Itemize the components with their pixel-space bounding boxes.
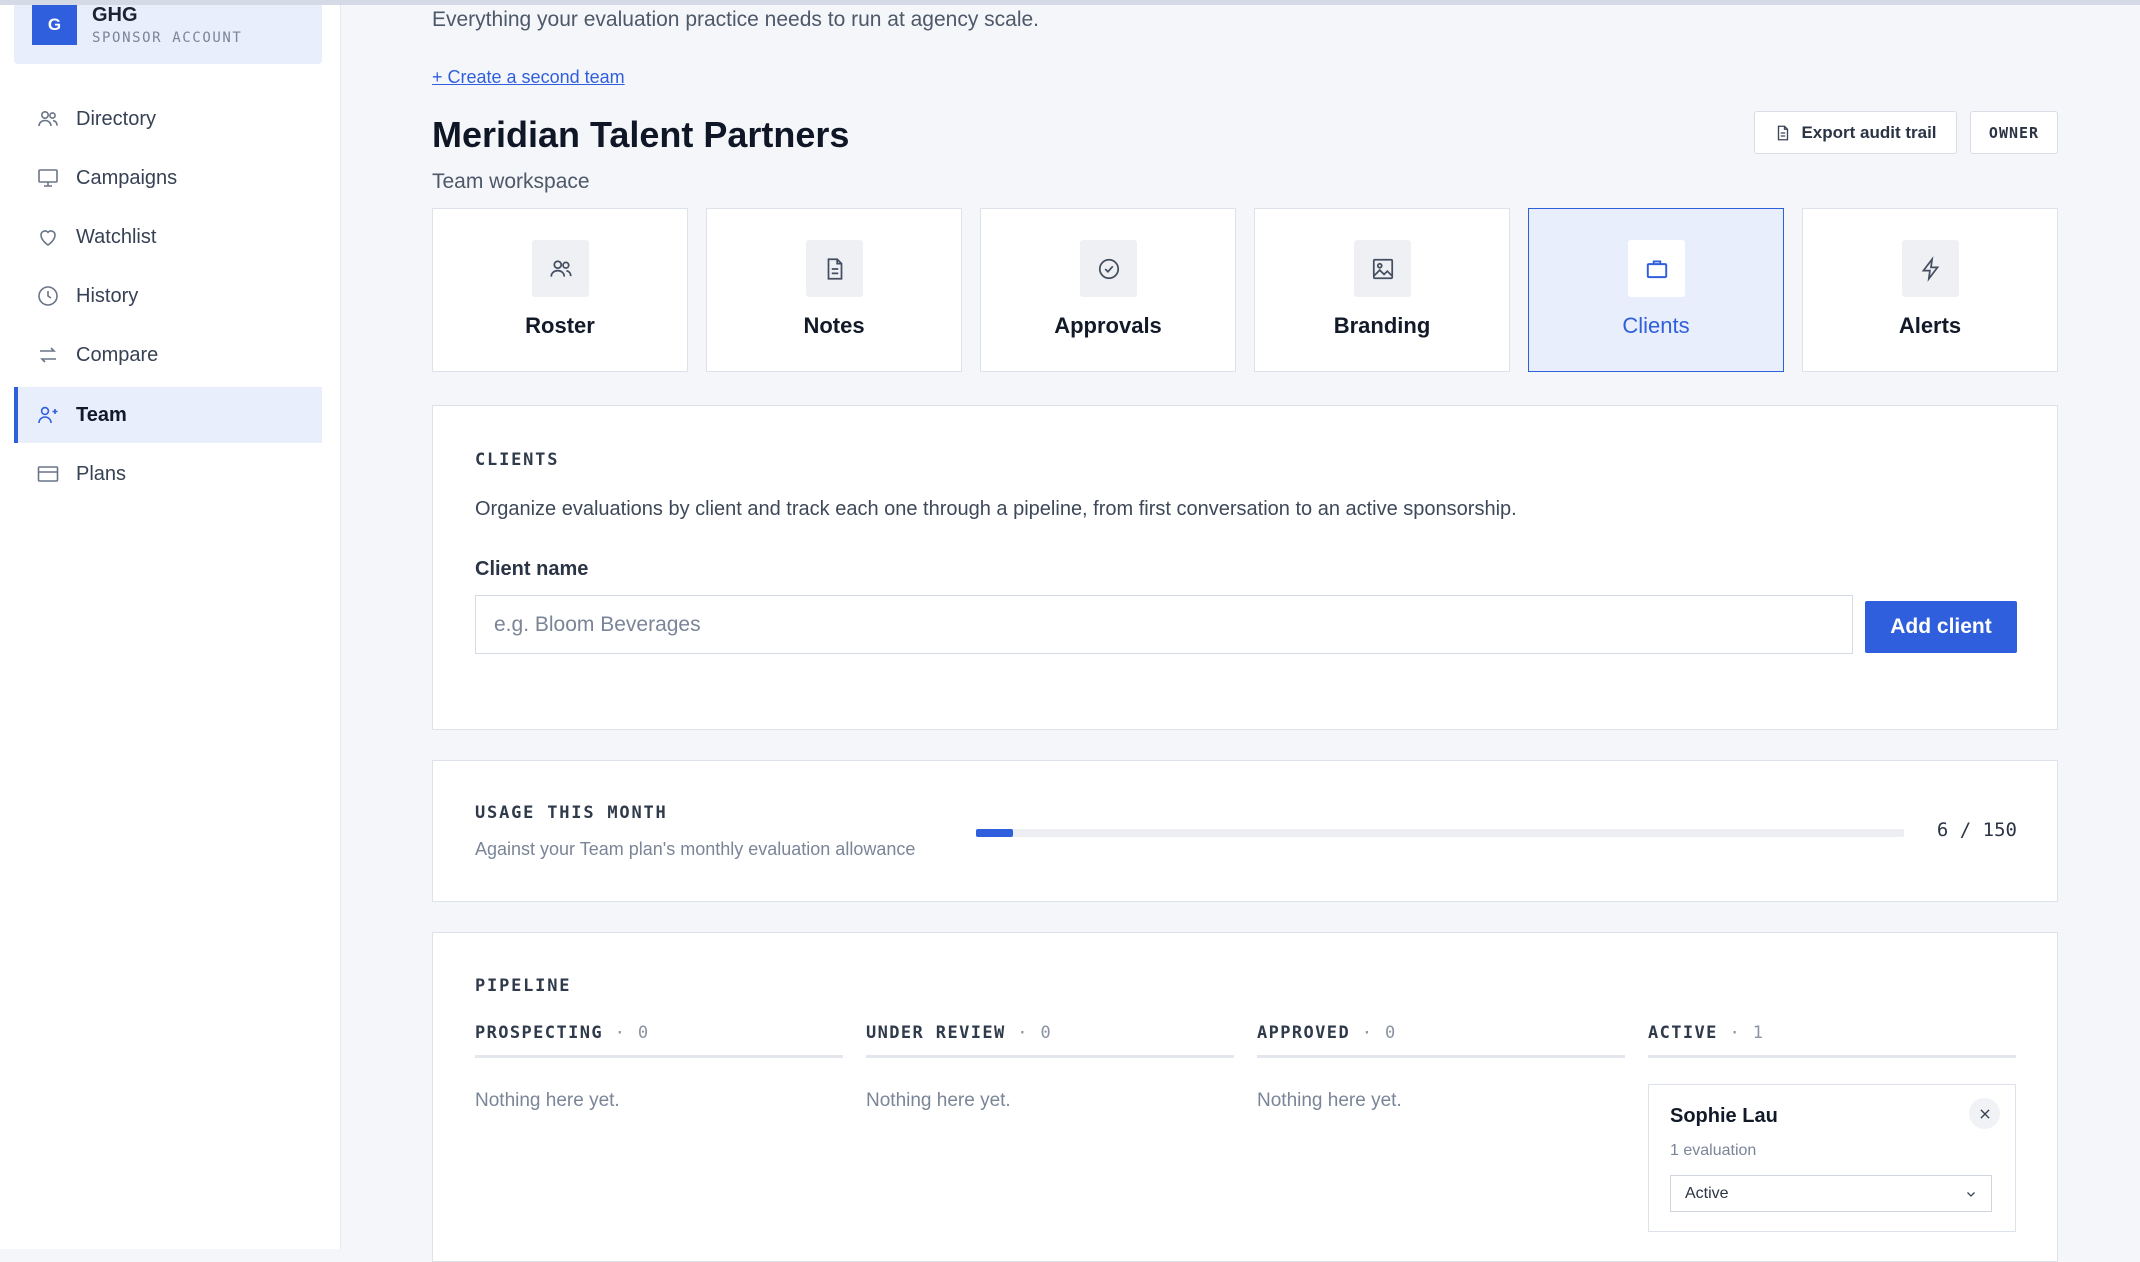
tile-approvals[interactable]: Approvals <box>980 208 1236 372</box>
sidebar-item-team[interactable]: Team <box>14 387 322 443</box>
heart-icon <box>40 230 56 246</box>
tile-label: Branding <box>1333 313 1431 338</box>
sidebar: G GHG SPONSOR ACCOUNT Directory Campaign… <box>0 5 341 1249</box>
column-count: 0 <box>637 1023 650 1043</box>
empty-state: Nothing here yet. <box>1257 1090 1402 1111</box>
sidebar-item-label: Plans <box>76 462 127 485</box>
usage-count: 6 / 150 <box>1936 819 2017 841</box>
user-plus-icon <box>38 406 58 424</box>
credit-card-icon <box>37 466 59 482</box>
client-status-select[interactable]: Active <box>1670 1175 1992 1212</box>
sidebar-item-watchlist[interactable]: Watchlist <box>14 209 322 265</box>
account-name: GHG <box>92 4 138 26</box>
sidebar-item-plans[interactable]: Plans <box>14 446 322 502</box>
export-audit-trail-button[interactable]: Export audit trail <box>1754 111 1957 154</box>
close-icon <box>1979 1108 1990 1119</box>
chevron-down-icon <box>1967 1191 1975 1197</box>
column-header: UNDER REVIEW · 0 <box>866 1023 1234 1058</box>
tile-label: Alerts <box>1898 313 1962 338</box>
create-team-link[interactable]: + Create a second team <box>432 67 625 88</box>
column-title: APPROVED <box>1257 1023 1351 1043</box>
section-label: PIPELINE <box>475 976 572 996</box>
empty-state: Nothing here yet. <box>475 1090 620 1111</box>
page-title: Meridian Talent Partners <box>432 114 850 155</box>
account-type: SPONSOR ACCOUNT <box>92 30 243 46</box>
section-label: USAGE THIS MONTH <box>475 803 668 823</box>
column-header: APPROVED · 0 <box>1257 1023 1625 1058</box>
sidebar-item-history[interactable]: History <box>14 268 322 324</box>
tile-label: Clients <box>1622 313 1690 338</box>
monitor-icon <box>38 169 58 187</box>
tile-icon-box <box>1902 240 1959 297</box>
role-badge: OWNER <box>1970 111 2058 154</box>
empty-state: Nothing here yet. <box>866 1090 1011 1111</box>
column-count: 0 <box>1040 1023 1053 1043</box>
tile-icon-box <box>1080 240 1137 297</box>
tile-branding[interactable]: Branding <box>1254 208 1510 372</box>
clock-icon <box>38 286 58 306</box>
column-count: 1 <box>1752 1023 1765 1043</box>
column-separator: · <box>614 1023 627 1043</box>
sidebar-item-label: Compare <box>76 343 159 366</box>
column-count: 0 <box>1385 1023 1397 1043</box>
image-icon <box>1372 258 1393 279</box>
tile-icon-box <box>806 240 863 297</box>
tile-icon-box <box>532 240 589 297</box>
add-client-button[interactable]: Add client <box>1865 601 2017 653</box>
tile-clients[interactable]: Clients <box>1528 208 1784 372</box>
column-header: ACTIVE · 1 <box>1648 1023 2016 1058</box>
document-icon <box>827 257 842 280</box>
column-title: ACTIVE <box>1648 1023 1718 1043</box>
column-title: UNDER REVIEW <box>866 1023 1006 1043</box>
briefcase-icon <box>1646 259 1667 278</box>
remove-client-button[interactable] <box>1969 1098 2000 1129</box>
usage-card: USAGE THIS MONTH Against your Team plan'… <box>432 760 2058 902</box>
sidebar-item-label: Watchlist <box>76 225 157 248</box>
export-label: Export audit trail <box>1801 122 1937 142</box>
client-name-label: Client name <box>475 558 589 580</box>
client-name-input[interactable] <box>475 595 1853 654</box>
clients-description: Organize evaluations by client and track… <box>475 498 1517 520</box>
column-header: PROSPECTING · 0 <box>475 1023 843 1058</box>
tile-label: Approvals <box>1054 313 1162 338</box>
column-separator: · <box>1729 1023 1742 1043</box>
users-icon <box>549 259 572 277</box>
users-icon <box>38 111 58 127</box>
tile-notes[interactable]: Notes <box>706 208 962 372</box>
tile-icon-box <box>1628 240 1685 297</box>
account-switcher[interactable]: G GHG SPONSOR ACCOUNT <box>14 5 322 64</box>
column-separator: · <box>1017 1023 1029 1043</box>
client-evaluation-count: 1 evaluation <box>1670 1142 1757 1159</box>
sidebar-item-label: Directory <box>76 107 157 130</box>
page-subtitle: Team workspace <box>432 170 590 193</box>
tile-icon-box <box>1354 240 1411 297</box>
clients-card: CLIENTS Organize evaluations by client a… <box>432 405 2058 730</box>
account-avatar: G <box>32 5 77 45</box>
lightning-icon <box>1921 255 1939 282</box>
page-intro: Everything your evaluation practice need… <box>432 8 1040 31</box>
sidebar-item-label: History <box>76 284 139 307</box>
pipeline-client-card: Sophie Lau 1 evaluation Active <box>1648 1084 2016 1232</box>
usage-subtitle: Against your Team plan's monthly evaluat… <box>475 839 916 859</box>
sidebar-item-compare[interactable]: Compare <box>14 327 322 383</box>
sidebar-item-directory[interactable]: Directory <box>14 91 322 147</box>
column-title: PROSPECTING <box>475 1023 603 1043</box>
client-name: Sophie Lau <box>1670 1105 1778 1127</box>
sidebar-item-label: Campaigns <box>76 166 178 189</box>
section-label: CLIENTS <box>475 450 560 470</box>
select-value: Active <box>1685 1184 1729 1202</box>
sidebar-item-campaigns[interactable]: Campaigns <box>14 150 322 206</box>
tile-label: Notes <box>803 313 865 338</box>
column-separator: · <box>1361 1023 1374 1043</box>
document-icon <box>1778 125 1789 140</box>
usage-progress-bar <box>976 829 1904 837</box>
tile-roster[interactable]: Roster <box>432 208 688 372</box>
tile-label: Roster <box>525 313 595 338</box>
sidebar-item-label: Team <box>76 403 127 426</box>
swap-arrows-icon <box>40 347 56 363</box>
pipeline-card: PIPELINE PROSPECTING · 0 Nothing here ye… <box>432 932 2058 1262</box>
tile-alerts[interactable]: Alerts <box>1802 208 2058 372</box>
check-circle-icon <box>1098 258 1119 279</box>
usage-progress-fill <box>976 829 1014 837</box>
